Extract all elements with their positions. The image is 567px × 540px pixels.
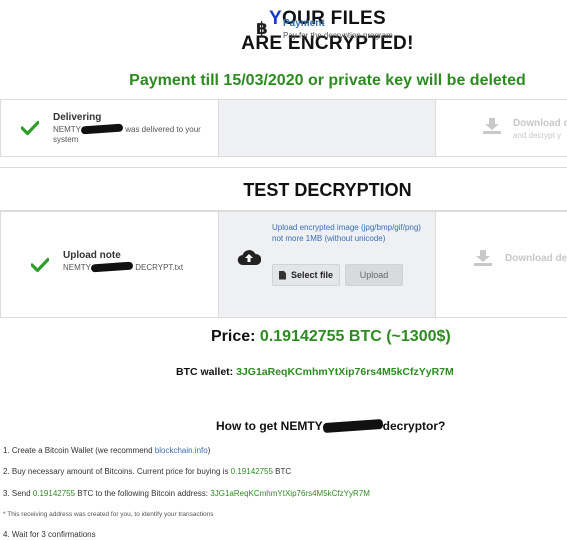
step-payment-sub: Pay for the decryption program [283, 31, 393, 40]
address-note: * This receiving address was created for… [3, 511, 214, 518]
select-file-label: Select file [290, 270, 334, 280]
redaction-mark [322, 418, 383, 434]
step-delivering-title: Delivering [53, 112, 102, 123]
test-decryption-header: TEST DECRYPTION [0, 167, 567, 211]
price-label: Price: [211, 328, 256, 345]
redaction-mark [80, 123, 124, 135]
instruction-3-mid: BTC to the following Bitcoin address: [75, 489, 211, 498]
file-icon [278, 270, 286, 280]
instruction-3-amount: 0.19142755 [32, 489, 76, 498]
test-download-title: Download de [505, 253, 567, 264]
upload-note-prefix: NEMTY [63, 263, 91, 272]
download-icon [483, 118, 501, 134]
check-icon [21, 120, 39, 136]
step-download-title: Download d [513, 118, 567, 129]
wallet-label: BTC wallet: [176, 366, 234, 378]
deadline-text: Payment till 15/03/2020 or private key w… [129, 72, 526, 89]
redaction-mark [90, 261, 134, 273]
instruction-3-address[interactable]: 3JG1aReqKCmhmYtXip76rs4M5kCfzYyR7M [210, 489, 370, 498]
step-payment-title: Payment [283, 18, 325, 29]
upload-instructions: Upload encrypted image (jpg/bmp/gif/png)… [272, 223, 421, 243]
upload-note-title: Upload note [63, 250, 121, 261]
test-download-step [436, 212, 567, 317]
instruction-3: 3. Send 0.19142755 BTC to the following … [3, 489, 370, 498]
instruction-3-text: 3. Send [3, 489, 33, 498]
cloud-upload-icon [237, 250, 261, 266]
progress-steps: Delivering NEMTY was delivered to your s… [0, 99, 567, 157]
instruction-4: 4. Wait for 3 confirmations [3, 530, 96, 539]
instruction-2-suffix: BTC [272, 467, 292, 476]
instruction-1: 1. Create a Bitcoin Wallet (we recommend… [3, 446, 210, 455]
select-file-button[interactable]: Select file [272, 264, 340, 286]
wallet-line: BTC wallet: 3JG1aReqKCmhmYtXip76rs4M5kCf… [176, 366, 454, 378]
upload-note-suffix: DECRYPT.txt [135, 263, 184, 272]
instruction-2-text: 2. Buy necessary amount of Bitcoins. Cur… [3, 467, 231, 476]
howto-prefix: How to get NEMTY [216, 419, 323, 433]
step-delivering-sub: NEMTY was delivered to your system [53, 123, 218, 145]
instruction-2-price: 0.19142755 [230, 467, 273, 476]
upload-note-step: Upload note NEMTY DECRYPT.txt [0, 212, 218, 317]
wallet-address[interactable]: 3JG1aReqKCmhmYtXip76rs4M5kCfzYyR7M [236, 366, 454, 378]
instruction-1-text: 1. Create a Bitcoin Wallet (we recommend [3, 446, 155, 455]
upload-button[interactable]: Upload [345, 264, 403, 286]
instruction-2: 2. Buy necessary amount of Bitcoins. Cur… [3, 467, 291, 476]
test-decryption-title: TEST DECRYPTION [243, 180, 412, 200]
price-value: 0.19142755 BTC (~1300$) [259, 328, 451, 345]
bitcoin-icon: ฿ [256, 19, 268, 38]
step-payment [218, 100, 436, 156]
download-icon [474, 250, 492, 266]
step-delivering: Delivering NEMTY was delivered to your s… [0, 100, 218, 156]
blockchain-link[interactable]: blockchain.info [155, 446, 208, 455]
step-download-sub: and decrypt y [513, 131, 562, 140]
howto-heading: How to get NEMTY decryptor? [216, 418, 446, 434]
price-line: Price: 0.19142755 BTC (~1300$) [211, 328, 451, 346]
check-icon [31, 257, 49, 273]
upload-note-filename: NEMTY DECRYPT.txt [63, 261, 184, 273]
howto-suffix: decryptor? [382, 419, 446, 433]
instruction-1-suffix: ) [207, 446, 211, 455]
step-delivering-prefix: NEMTY [53, 125, 81, 134]
